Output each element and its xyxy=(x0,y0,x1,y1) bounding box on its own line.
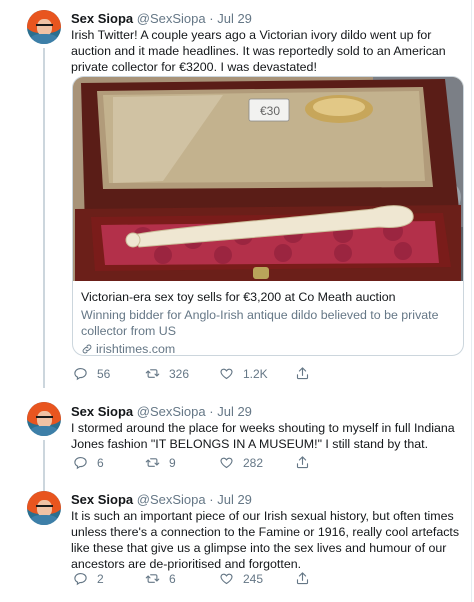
card-image: €30 xyxy=(73,77,463,281)
share-button[interactable] xyxy=(295,455,310,470)
link-card[interactable]: €30 Victorian-era sex toy sells for €3,2… xyxy=(72,76,464,356)
separator-dot: · xyxy=(209,404,214,419)
tweet-text: I stormed around the place for weeks sho… xyxy=(71,421,455,451)
price-tag: €30 xyxy=(260,104,280,118)
tweet-header: Sex Siopa @SexSiopa · Jul 29 xyxy=(71,11,252,26)
retweet-count: 326 xyxy=(169,366,190,381)
like-button[interactable]: 282 xyxy=(219,455,263,470)
retweet-button[interactable]: 9 xyxy=(145,455,176,470)
tweet-date[interactable]: Jul 29 xyxy=(217,11,252,26)
user-handle[interactable]: @SexSiopa xyxy=(137,404,206,419)
user-name[interactable]: Sex Siopa xyxy=(71,11,133,26)
avatar[interactable] xyxy=(27,491,61,525)
reply-button[interactable]: 2 xyxy=(73,571,104,586)
like-button[interactable]: 245 xyxy=(219,571,263,586)
like-count: 1.2K xyxy=(243,366,268,381)
tweet-text: Irish Twitter! A couple years ago a Vict… xyxy=(71,28,446,74)
reply-icon xyxy=(74,456,87,470)
like-icon xyxy=(220,368,233,380)
tweet-text: It is such an important piece of our Iri… xyxy=(71,509,460,571)
like-icon xyxy=(220,573,233,585)
tweet[interactable]: Sex Siopa @SexSiopa · Jul 29 Irish Twitt… xyxy=(0,0,470,398)
user-handle[interactable]: @SexSiopa xyxy=(137,492,206,507)
like-button[interactable]: 1.2K xyxy=(219,366,268,381)
share-icon xyxy=(296,367,309,380)
reply-button[interactable]: 56 xyxy=(73,366,110,381)
tweet-header: Sex Siopa @SexSiopa · Jul 29 xyxy=(71,404,252,419)
reply-icon xyxy=(74,367,87,381)
share-button[interactable] xyxy=(295,366,310,381)
reply-button[interactable]: 6 xyxy=(73,455,104,470)
thread-line xyxy=(43,48,45,388)
retweet-icon xyxy=(145,369,160,378)
user-name[interactable]: Sex Siopa xyxy=(71,404,133,419)
timeline-border xyxy=(471,0,472,602)
retweet-button[interactable]: 326 xyxy=(145,366,189,381)
tweet[interactable]: Sex Siopa @SexSiopa · Jul 29 I stormed a… xyxy=(0,398,470,500)
share-icon xyxy=(296,456,309,469)
share-icon xyxy=(296,572,309,585)
tweet-date[interactable]: Jul 29 xyxy=(217,404,252,419)
card-description: Winning bidder for Anglo-Irish antique d… xyxy=(81,308,439,338)
user-name[interactable]: Sex Siopa xyxy=(71,492,133,507)
tweet[interactable]: Sex Siopa @SexSiopa · Jul 29 It is such … xyxy=(0,487,470,602)
separator-dot: · xyxy=(209,492,214,507)
like-count: 282 xyxy=(243,455,264,470)
retweet-count: 9 xyxy=(169,455,176,470)
separator-dot: · xyxy=(209,11,214,26)
avatar[interactable] xyxy=(27,402,61,436)
tweet-header: Sex Siopa @SexSiopa · Jul 29 xyxy=(71,492,252,507)
share-button[interactable] xyxy=(295,571,310,586)
retweet-button[interactable]: 6 xyxy=(145,571,176,586)
link-icon xyxy=(82,344,92,354)
card-title[interactable]: Victorian-era sex toy sells for €3,200 a… xyxy=(81,289,455,305)
avatar[interactable] xyxy=(27,10,61,44)
retweet-count: 6 xyxy=(169,571,176,586)
tweet-date[interactable]: Jul 29 xyxy=(217,492,252,507)
reply-count: 6 xyxy=(97,455,104,470)
reply-count: 2 xyxy=(97,571,104,586)
retweet-icon xyxy=(145,574,160,583)
like-count: 245 xyxy=(243,571,264,586)
reply-icon xyxy=(74,572,87,586)
card-domain[interactable]: irishtimes.com xyxy=(81,341,455,356)
user-handle[interactable]: @SexSiopa xyxy=(137,11,206,26)
card-domain-text: irishtimes.com xyxy=(96,342,176,356)
like-icon xyxy=(220,457,233,469)
card-body: Victorian-era sex toy sells for €3,200 a… xyxy=(81,289,455,356)
retweet-icon xyxy=(145,458,160,467)
reply-count: 56 xyxy=(97,366,111,381)
